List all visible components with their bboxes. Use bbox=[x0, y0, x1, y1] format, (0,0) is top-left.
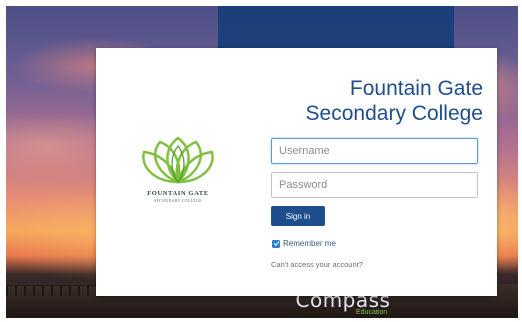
sign-in-button[interactable]: Sign in bbox=[271, 206, 325, 226]
compass-brand-subtitle: Education bbox=[356, 309, 388, 316]
password-input[interactable] bbox=[271, 172, 478, 198]
login-card: Fountain Gate Secondary College FOUNTAIN… bbox=[96, 48, 497, 296]
username-input[interactable] bbox=[271, 138, 478, 164]
checkmark-icon bbox=[273, 241, 279, 246]
lotus-flower-icon bbox=[142, 136, 214, 184]
school-name-heading: Fountain Gate Secondary College bbox=[306, 76, 483, 126]
logo-name-line1: FOUNTAIN GATE bbox=[147, 190, 209, 197]
cant-access-account-link[interactable]: Can't access your account? bbox=[271, 260, 363, 269]
school-logo: FOUNTAIN GATE SECONDARY COLLEGE bbox=[126, 132, 230, 212]
remember-me-checkbox[interactable] bbox=[272, 239, 280, 248]
remember-me-toggle[interactable]: Remember me bbox=[272, 239, 336, 248]
school-name-line2: Secondary College bbox=[305, 102, 483, 125]
fence-silhouette bbox=[6, 285, 96, 296]
logo-name-line2: SECONDARY COLLEGE bbox=[154, 199, 202, 203]
remember-me-label: Remember me bbox=[283, 239, 336, 248]
school-name-line1: Fountain Gate bbox=[349, 77, 483, 100]
